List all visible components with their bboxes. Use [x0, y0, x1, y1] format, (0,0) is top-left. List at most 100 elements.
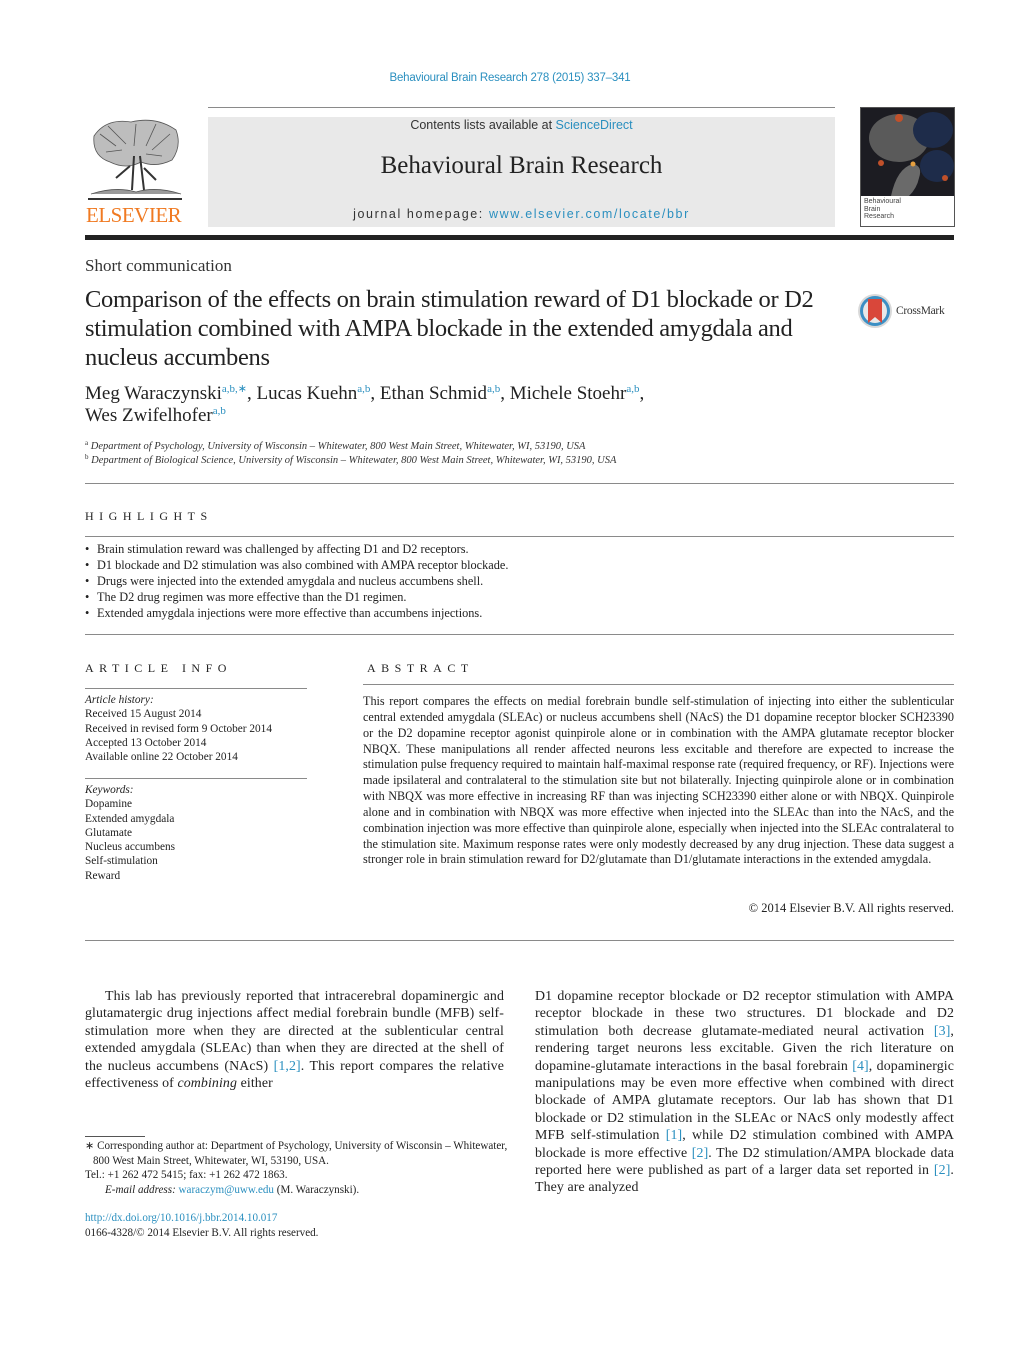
- author-affiliation-marks[interactable]: a,b: [626, 383, 639, 395]
- keyword: Self-stimulation: [85, 855, 158, 868]
- crossmark-button[interactable]: CrossMark: [857, 291, 957, 331]
- affiliation-mark: b: [85, 453, 89, 461]
- body-column-right: D1 dopamine receptor blockade or D2 rece…: [535, 988, 954, 1197]
- email-suffix: (M. Waraczynski).: [273, 1183, 360, 1196]
- doi-link[interactable]: http://dx.doi.org/10.1016/j.bbr.2014.10.…: [85, 1212, 277, 1224]
- highlights-heading: HIGHLIGHTS: [85, 509, 213, 523]
- cover-title: Behavioural Brain Research: [861, 196, 954, 223]
- citation-link[interactable]: [2]: [692, 1146, 709, 1161]
- author-affiliation-marks[interactable]: a,b: [487, 383, 500, 395]
- body-emphasis: combining: [177, 1076, 238, 1092]
- keywords: Keywords: Dopamine Extended amygdala Glu…: [85, 783, 307, 883]
- body-text: D1 dopamine receptor blockade or D2 rece…: [535, 989, 954, 1039]
- email-line: E-mail address: waraczym@uww.edu (M. War…: [85, 1183, 510, 1198]
- homepage-link[interactable]: www.elsevier.com/locate/bbr: [489, 207, 690, 221]
- divider: [85, 536, 954, 537]
- homepage-prefix: journal homepage:: [353, 207, 489, 221]
- crossmark-icon: [858, 294, 892, 328]
- contents-line: Contents lists available at ScienceDirec…: [208, 117, 835, 133]
- history-entry: Accepted 13 October 2014: [85, 736, 207, 749]
- running-head[interactable]: Behavioural Brain Research 278 (2015) 33…: [0, 72, 1020, 84]
- citation-link[interactable]: [4]: [852, 1059, 869, 1074]
- corresponding-author-footnote: ∗ Corresponding author at: Department of…: [85, 1139, 510, 1197]
- keyword: Dopamine: [85, 798, 133, 811]
- citation-link[interactable]: [2]: [934, 1163, 951, 1178]
- body-text: either: [237, 1076, 273, 1092]
- affiliation: a Department of Psychology, University o…: [85, 440, 945, 454]
- author-separator: ,: [500, 383, 510, 404]
- divider: [85, 940, 954, 941]
- author[interactable]: Lucas Kuehna,b: [257, 383, 371, 404]
- keyword: Nucleus accumbens: [85, 841, 176, 854]
- contact-phone: Tel.: +1 262 472 5415; fax: +1 262 472 1…: [85, 1169, 288, 1181]
- citation-link[interactable]: [3]: [934, 1024, 951, 1039]
- cover-art-icon: [861, 108, 954, 196]
- elsevier-wordmark: ELSEVIER: [86, 203, 182, 227]
- crossmark-label: CrossMark: [896, 305, 945, 317]
- affiliation-mark: a: [85, 439, 89, 447]
- divider: [85, 634, 954, 635]
- body-column-left: This lab has previously reported that in…: [85, 988, 504, 1092]
- author-name: Ethan Schmid: [379, 383, 488, 404]
- affiliations: a Department of Psychology, University o…: [85, 440, 945, 468]
- history-entry: Available online 22 October 2014: [85, 751, 238, 764]
- keywords-label: Keywords:: [85, 784, 134, 796]
- article-history: Article history: Received 15 August 2014…: [85, 693, 307, 764]
- article-info-heading: ARTICLE INFO: [85, 661, 232, 675]
- affiliation: b Department of Biological Science, Univ…: [85, 454, 945, 468]
- issn-line: 0166-4328/© 2014 Elsevier B.V. All right…: [85, 1226, 319, 1239]
- email-label: E-mail address:: [105, 1183, 179, 1196]
- highlight-item: Brain stimulation reward was challenged …: [85, 541, 954, 557]
- journal-masthead: Contents lists available at ScienceDirec…: [208, 117, 835, 227]
- elsevier-tree-icon: [86, 116, 184, 204]
- author[interactable]: Wes Zwifelhofera,b: [85, 405, 226, 426]
- divider: [363, 684, 954, 685]
- highlights-list: Brain stimulation reward was challenged …: [85, 541, 954, 621]
- contents-prefix: Contents lists available at: [410, 118, 556, 132]
- author[interactable]: Meg Waraczynskia,b,∗: [85, 383, 247, 404]
- history-entry: Received in revised form 9 October 2014: [85, 722, 272, 735]
- citation-link[interactable]: [1,2]: [274, 1059, 301, 1074]
- author-name: Wes Zwifelhofer: [85, 405, 213, 426]
- author-name: Lucas Kuehn: [256, 383, 358, 404]
- affiliation-text: Department of Psychology, University of …: [90, 441, 586, 452]
- author-affiliation-marks[interactable]: a,b: [357, 383, 370, 395]
- journal-cover[interactable]: Behavioural Brain Research: [860, 107, 955, 227]
- cover-line: Research: [864, 213, 894, 220]
- divider: [85, 688, 307, 689]
- abstract-text: This report compares the effects on medi…: [363, 694, 954, 867]
- corresponding-note: ∗ Corresponding author at: Department of…: [85, 1140, 508, 1167]
- author-affiliation-marks[interactable]: a,b: [213, 405, 226, 417]
- author-separator: ,: [370, 383, 380, 404]
- author[interactable]: Michele Stoehra,b: [510, 383, 640, 404]
- cover-line: Brain: [864, 205, 881, 213]
- sciencedirect-link[interactable]: ScienceDirect: [556, 118, 633, 132]
- keyword: Glutamate: [85, 826, 133, 839]
- history-entry: Received 15 August 2014: [85, 708, 202, 721]
- citation-link[interactable]: [1]: [666, 1128, 683, 1143]
- highlight-item: Extended amygdala injections were more e…: [85, 605, 954, 621]
- elsevier-logo[interactable]: ELSEVIER: [86, 116, 186, 228]
- highlight-item: D1 blockade and D2 stimulation was also …: [85, 557, 954, 573]
- author[interactable]: Ethan Schmida,b: [380, 383, 500, 404]
- article-title: Comparison of the effects on brain stimu…: [85, 286, 814, 371]
- history-label: Article history:: [85, 694, 154, 706]
- highlight-item: The D2 drug regimen was more effective t…: [85, 589, 954, 605]
- cover-line: Behavioural: [864, 198, 901, 205]
- email-link[interactable]: waraczym@uww.edu: [179, 1184, 274, 1196]
- journal-title: Behavioural Brain Research: [380, 152, 663, 179]
- affiliation-text: Department of Biological Science, Univer…: [91, 455, 617, 466]
- author-separator: ,: [639, 383, 645, 404]
- keyword: Extended amygdala: [85, 812, 175, 825]
- author-separator: ,: [247, 383, 257, 404]
- author-list: Meg Waraczynskia,b,∗, Lucas Kuehna,b, Et…: [85, 383, 885, 427]
- author-affiliation-marks[interactable]: a,b,∗: [222, 383, 247, 395]
- article-type: Short communication: [85, 256, 232, 275]
- header-rule: [85, 235, 954, 240]
- divider: [85, 778, 307, 779]
- abstract-copyright: © 2014 Elsevier B.V. All rights reserved…: [748, 901, 954, 915]
- highlight-item: Drugs were injected into the extended am…: [85, 573, 954, 589]
- author-name: Meg Waraczynski: [85, 383, 222, 404]
- homepage-line: journal homepage: www.elsevier.com/locat…: [208, 207, 835, 221]
- divider: [85, 483, 954, 484]
